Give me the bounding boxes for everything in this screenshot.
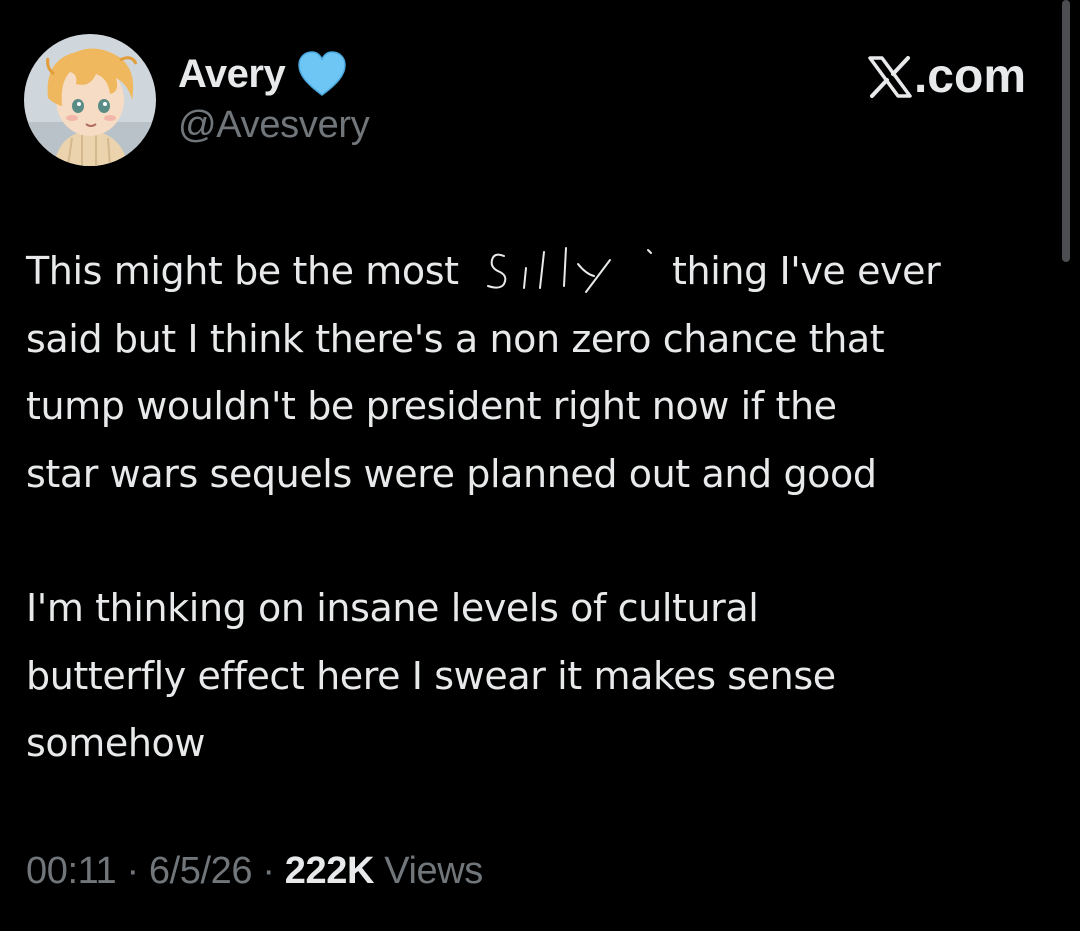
brand-domain-label: .com (913, 49, 1026, 103)
handwritten-word-silly: silly (470, 244, 660, 294)
tweet-line-4: star wars sequels were planned out and g… (26, 451, 877, 496)
tweet-line-2-start: said but I think there's a (26, 316, 478, 361)
tweet-text: This might be the most silly thing I've … (26, 238, 1066, 778)
author-name-row: Avery (178, 48, 347, 100)
views-label[interactable]: Views (384, 850, 483, 892)
tweet-line-1: This might be the most silly thing I've … (26, 238, 1066, 306)
brand-watermark: .com (868, 46, 1026, 106)
meta-separator: · (126, 850, 139, 892)
avatar[interactable] (24, 34, 156, 166)
tweet-line-1-start: This might be the most (26, 249, 459, 293)
views-count[interactable]: 222K (285, 850, 375, 892)
tweet-line-6: butterfly effect here I swear it makes s… (26, 653, 836, 698)
tweet-line-2-end: zero chance that (571, 316, 885, 361)
tweet-line-7: somehow (26, 721, 206, 765)
blue-heart-icon (297, 51, 347, 97)
tweet-line-3: tump wouldn't be president right now if … (26, 384, 837, 428)
author-display-name[interactable]: Avery (178, 52, 286, 97)
scrollbar[interactable] (1062, 0, 1070, 262)
x-logo-icon (868, 55, 912, 98)
author-handle[interactable]: @Avesvery (178, 104, 370, 147)
tweet-meta: 00:11 · 6/5/26 · 222K Views (26, 850, 483, 893)
meta-separator: · (262, 850, 275, 892)
tweet-date[interactable]: 6/5/26 (149, 850, 253, 892)
tweet-line-2: said but I think there's a non zero chan… (26, 306, 1066, 374)
tweet-line-2-partial-word: non (489, 316, 560, 361)
tweet-line-5: I'm thinking on insane levels of cultura… (26, 586, 759, 630)
tweet-line-1-end: thing I've ever (672, 249, 941, 293)
tweet-time[interactable]: 00:11 (26, 850, 117, 892)
